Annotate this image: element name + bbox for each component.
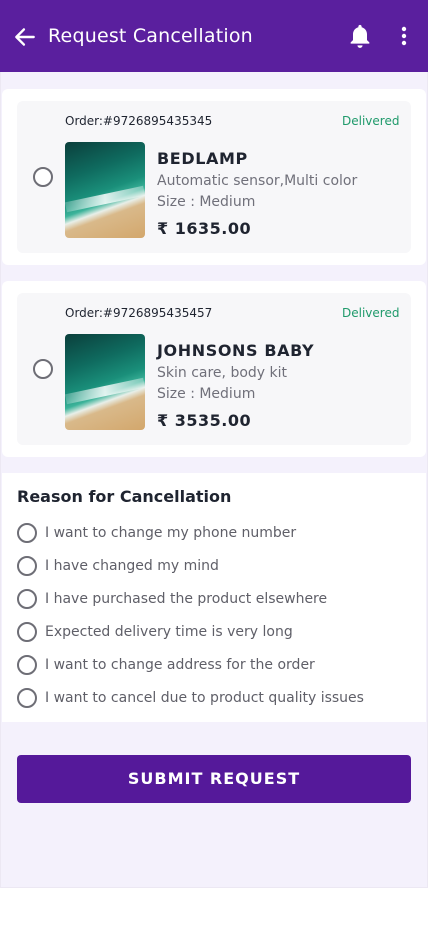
reason-label: Expected delivery time is very long <box>45 624 293 640</box>
product-image <box>65 142 145 238</box>
reason-radio[interactable] <box>17 523 37 543</box>
product-price: ₹ 3535.00 <box>157 411 252 430</box>
product-name: JOHNSONS BABY <box>157 341 315 360</box>
order-number: Order:#9726895435345 <box>65 114 213 128</box>
product-description: Skin care, body kit <box>157 365 288 381</box>
reason-option[interactable]: Expected delivery time is very long <box>17 620 417 644</box>
product-name: BEDLAMP <box>157 149 248 168</box>
reason-radio[interactable] <box>17 655 37 675</box>
reasons-heading: Reason for Cancellation <box>17 487 232 506</box>
reason-label: I want to change my phone number <box>45 525 297 541</box>
order-select-radio[interactable] <box>33 167 53 187</box>
product-image <box>65 334 145 430</box>
more-vertical-icon[interactable] <box>394 24 414 48</box>
order-card-wrapper: Order:#9726895435457 Delivered JOHNSONS … <box>2 281 426 457</box>
order-number: Order:#9726895435457 <box>65 306 213 320</box>
reason-option[interactable]: I have changed my mind <box>17 554 417 578</box>
submit-request-button[interactable]: SUBMIT REQUEST <box>17 755 411 803</box>
reason-label: I have changed my mind <box>45 558 219 574</box>
arrow-left-icon[interactable] <box>12 24 38 50</box>
order-card[interactable]: Order:#9726895435345 Delivered BEDLAMP A… <box>17 101 411 253</box>
reason-radio[interactable] <box>17 622 37 642</box>
reason-radio[interactable] <box>17 688 37 708</box>
page-title: Request Cancellation <box>48 25 253 47</box>
cancellation-reasons-section: Reason for Cancellation I want to change… <box>2 473 426 722</box>
product-size: Size : Medium <box>157 194 256 210</box>
order-select-radio[interactable] <box>33 359 53 379</box>
order-status-badge: Delivered <box>342 114 400 128</box>
app-bar: Request Cancellation <box>0 0 428 72</box>
reason-radio[interactable] <box>17 556 37 576</box>
order-card[interactable]: Order:#9726895435457 Delivered JOHNSONS … <box>17 293 411 445</box>
product-description: Automatic sensor,Multi color <box>157 173 358 189</box>
product-price: ₹ 1635.00 <box>157 219 252 238</box>
reason-radio[interactable] <box>17 589 37 609</box>
reason-label: I want to change address for the order <box>45 657 315 673</box>
reason-label: I want to cancel due to product quality … <box>45 690 364 706</box>
product-size: Size : Medium <box>157 386 256 402</box>
order-card-wrapper: Order:#9726895435345 Delivered BEDLAMP A… <box>2 89 426 265</box>
reason-option[interactable]: I have purchased the product elsewhere <box>17 587 417 611</box>
reason-option[interactable]: I want to change my phone number <box>17 521 417 545</box>
order-status-badge: Delivered <box>342 306 400 320</box>
reason-option[interactable]: I want to cancel due to product quality … <box>17 686 417 710</box>
bell-icon[interactable] <box>346 22 374 50</box>
reason-label: I have purchased the product elsewhere <box>45 591 328 607</box>
reason-option[interactable]: I want to change address for the order <box>17 653 417 677</box>
